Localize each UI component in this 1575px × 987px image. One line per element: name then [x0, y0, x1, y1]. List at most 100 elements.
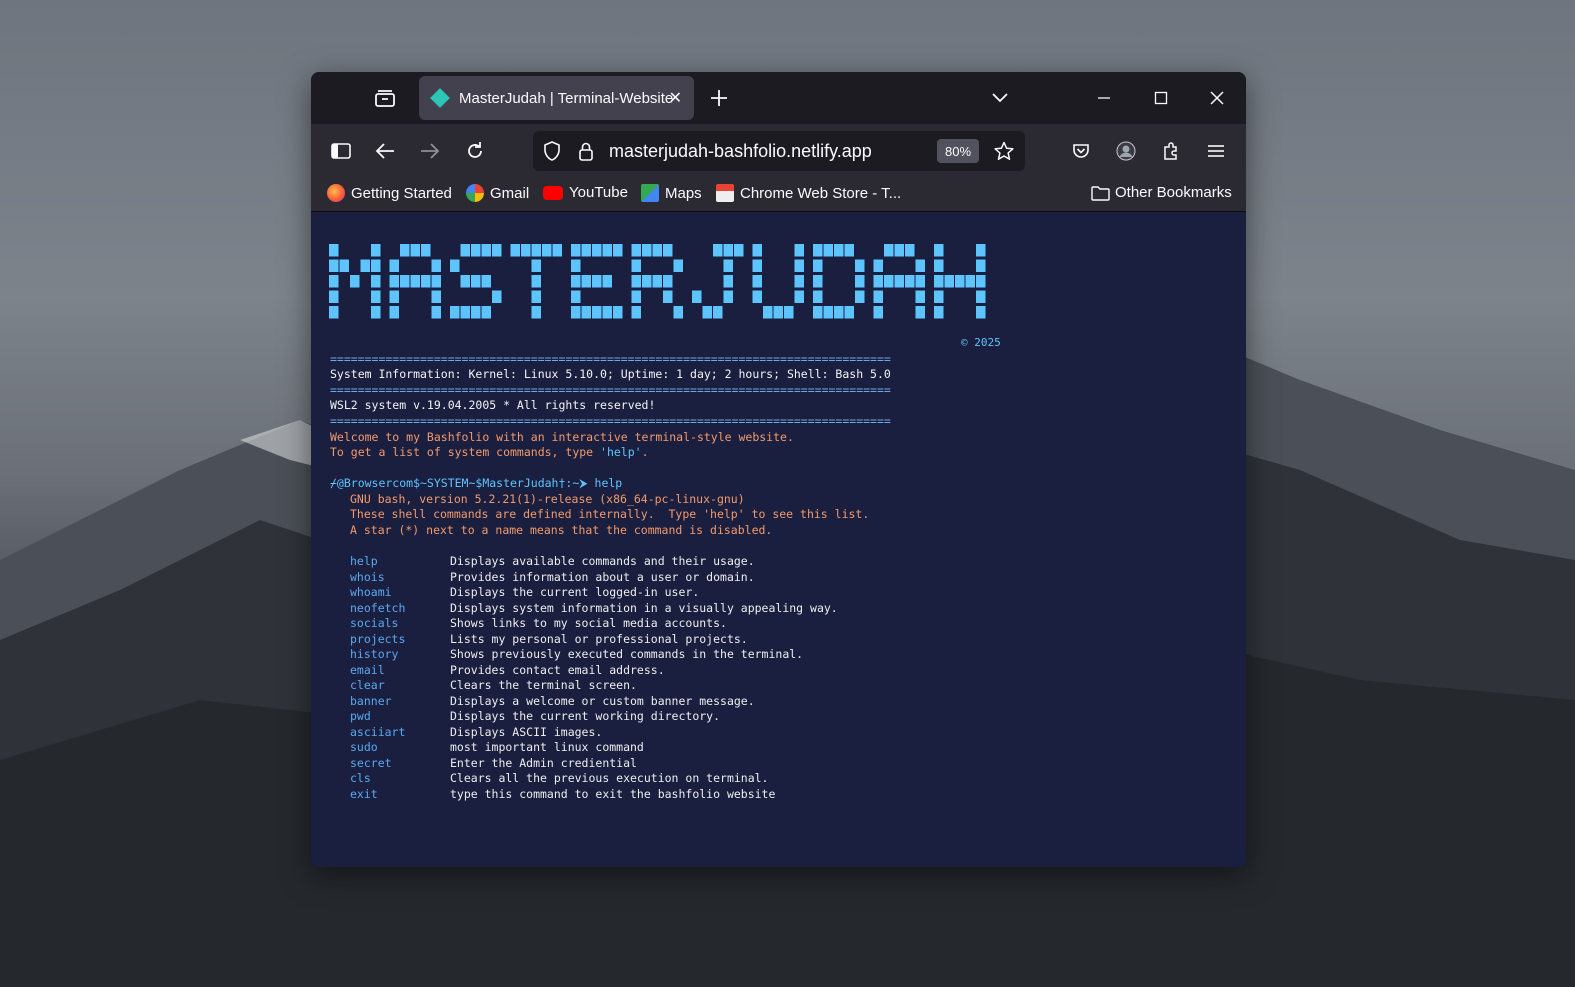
- banner-block: [663, 290, 673, 303]
- help-hint-prefix: To get a list of system commands, type: [330, 445, 601, 459]
- command-description: Displays the current working directory.: [450, 709, 721, 723]
- forward-arrow-icon[interactable]: [418, 139, 442, 163]
- new-tab-icon[interactable]: [707, 86, 731, 110]
- back-arrow-icon[interactable]: [373, 139, 397, 163]
- command-description: Provides contact email address.: [450, 662, 665, 677]
- youtube-icon: [543, 185, 563, 200]
- banner-block: [652, 275, 662, 288]
- maximize-icon[interactable]: [1149, 86, 1173, 110]
- banner-block: [915, 259, 925, 272]
- minimize-icon[interactable]: [1092, 86, 1116, 110]
- bookmark-gmail[interactable]: Gmail: [466, 184, 529, 202]
- command-name: socials: [350, 616, 399, 630]
- banner-block: [542, 244, 552, 257]
- reload-icon[interactable]: [463, 139, 487, 163]
- help-hint-suffix: .: [641, 445, 649, 459]
- banner-block: [894, 275, 904, 288]
- banner-block: [976, 290, 986, 303]
- banner-block: [752, 290, 762, 303]
- banner-block: [976, 244, 986, 257]
- banner-block: [794, 244, 804, 257]
- banner-block: [894, 244, 904, 257]
- bookmarks-toolbar: Getting Started Gmail YouTube Maps Chrom…: [311, 178, 1246, 212]
- banner-block: [371, 259, 381, 272]
- sidebar-icon[interactable]: [329, 139, 353, 163]
- bookmark-youtube[interactable]: YouTube: [543, 184, 628, 201]
- address-bar[interactable]: masterjudah-bashfolio.netlify.app 80%: [533, 131, 1025, 171]
- command-description: Shows previously executed commands in th…: [450, 647, 804, 661]
- banner-block: [905, 244, 915, 257]
- banner-block: [873, 259, 883, 272]
- banner-block: [460, 275, 470, 288]
- banner-block: [421, 244, 431, 257]
- banner-block: [965, 275, 975, 288]
- banner-block: [389, 290, 399, 303]
- tab-strip: MasterJudah | Terminal-Website ✕: [311, 72, 1246, 124]
- banner-block: [389, 275, 399, 288]
- menu-icon[interactable]: [1204, 139, 1228, 163]
- bookmark-getting-started[interactable]: Getting Started: [327, 184, 452, 202]
- tab-active[interactable]: MasterJudah | Terminal-Website ✕: [419, 76, 694, 120]
- pocket-icon[interactable]: [1069, 139, 1093, 163]
- banner-block: [371, 244, 381, 257]
- prompt-line: ⌿@Browsercom$~SYSTEM~$MasterJudah†:~⮞ he…: [330, 476, 622, 491]
- tab-close-icon[interactable]: ✕: [669, 88, 682, 108]
- banner-block: [673, 306, 683, 319]
- banner-block: [652, 244, 662, 257]
- banner-block: [592, 244, 602, 257]
- banner-block: [855, 290, 865, 303]
- banner-block: [531, 306, 541, 319]
- banner-block: [350, 275, 360, 288]
- command-description: Clears the terminal screen.: [450, 678, 637, 692]
- banner-block: [581, 275, 591, 288]
- banner-block: [823, 306, 833, 319]
- extensions-icon[interactable]: [1159, 139, 1183, 163]
- banner-block: [571, 290, 581, 303]
- banner-block: [329, 290, 339, 303]
- google-icon: [466, 184, 484, 202]
- maps-icon: [641, 184, 659, 202]
- list-tabs-chevron-icon[interactable]: [988, 86, 1012, 110]
- bookmark-label: Gmail: [490, 184, 530, 202]
- chrome-web-store-icon: [716, 184, 734, 202]
- url-text[interactable]: masterjudah-bashfolio.netlify.app: [609, 141, 872, 162]
- tab-overview-icon[interactable]: [373, 86, 397, 110]
- site-favicon-icon: [430, 88, 450, 108]
- banner-block: [976, 275, 986, 288]
- banner-block: [389, 306, 399, 319]
- close-window-icon[interactable]: [1205, 86, 1229, 110]
- terminal-page[interactable]: © 2025 =================================…: [311, 212, 1246, 867]
- bookmark-maps[interactable]: Maps: [641, 184, 702, 202]
- tracking-shield-icon[interactable]: [541, 140, 563, 162]
- other-bookmarks-label: Other Bookmarks: [1115, 184, 1232, 201]
- zoom-indicator[interactable]: 80%: [937, 139, 979, 163]
- lock-icon[interactable]: [575, 140, 597, 162]
- bookmark-star-icon[interactable]: [993, 140, 1015, 162]
- banner-block: [631, 259, 641, 272]
- banner-block: [631, 244, 641, 257]
- command-name: help: [350, 554, 378, 568]
- help-info-line: These shell commands are defined interna…: [350, 507, 870, 521]
- banner-block: [642, 244, 652, 257]
- banner-block: [834, 306, 844, 319]
- banner-block: [642, 275, 652, 288]
- command-description: Displays available commands and their us…: [450, 554, 755, 568]
- banner-block: [450, 259, 460, 272]
- banner-block: [521, 244, 531, 257]
- banner-block: [752, 244, 762, 257]
- bookmark-label: Maps: [665, 184, 702, 202]
- banner-block: [602, 275, 612, 288]
- other-bookmarks[interactable]: Other Bookmarks: [1091, 184, 1232, 201]
- ascii-banner: [329, 244, 986, 319]
- command-name: sudo: [350, 740, 378, 754]
- banner-block: [531, 275, 541, 288]
- command-name: whoami: [350, 585, 392, 599]
- nav-toolbar: masterjudah-bashfolio.netlify.app 80%: [311, 124, 1246, 178]
- banner-block: [976, 259, 986, 272]
- bookmark-chrome-web-store[interactable]: Chrome Web Store - T...: [716, 184, 901, 202]
- account-avatar[interactable]: [1114, 139, 1138, 163]
- banner-block: [631, 290, 641, 303]
- command-name: whois: [350, 569, 385, 584]
- banner-block: [773, 306, 783, 319]
- banner-block: [481, 275, 491, 288]
